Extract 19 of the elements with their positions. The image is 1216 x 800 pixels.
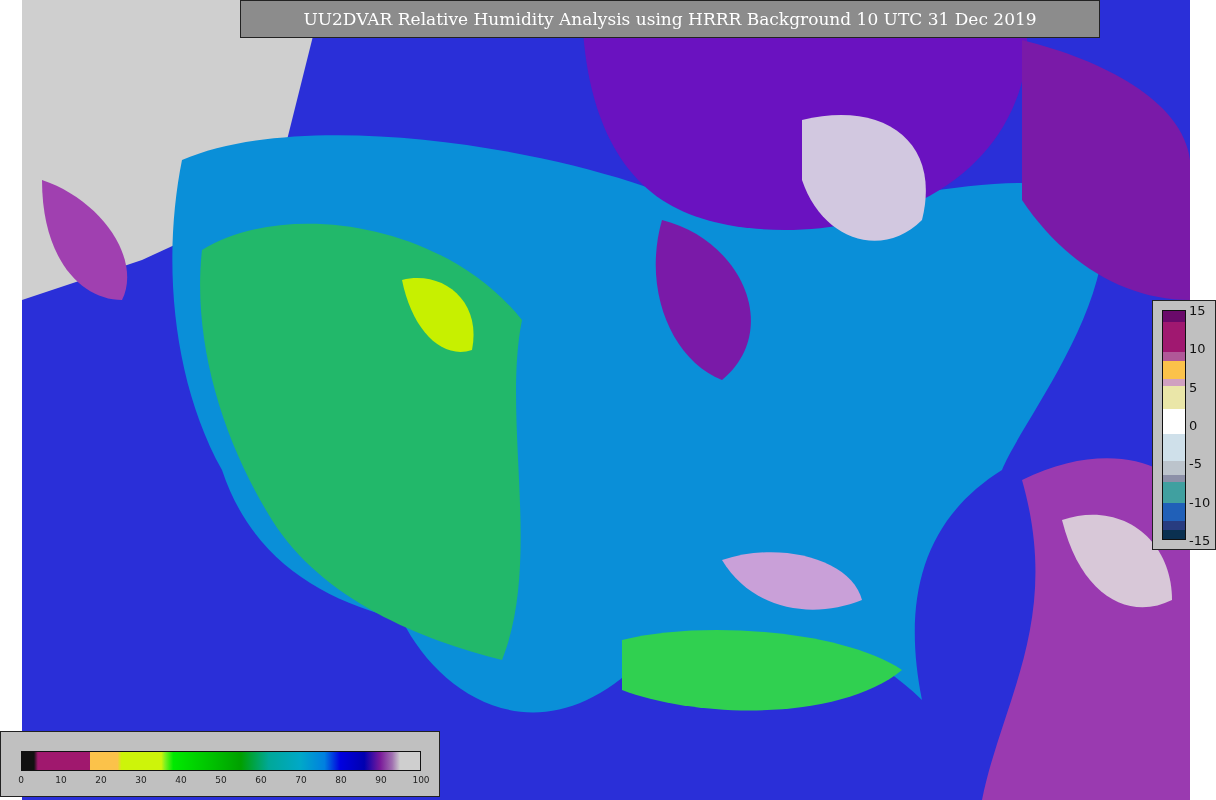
tick-label: 30 bbox=[135, 775, 147, 785]
tick-label: 0 bbox=[1189, 417, 1198, 433]
tick-label: 100 bbox=[412, 775, 430, 785]
tick-label: -10 bbox=[1189, 494, 1211, 510]
tick-label: -5 bbox=[1189, 455, 1202, 471]
tick-label: 10 bbox=[55, 775, 67, 785]
tick-label: 15 bbox=[1189, 302, 1206, 318]
tick-label: 0 bbox=[18, 775, 24, 785]
tick-label: 5 bbox=[1189, 379, 1198, 395]
tick-label: 80 bbox=[335, 775, 347, 785]
tick-label: 90 bbox=[375, 775, 387, 785]
tick-label: 50 bbox=[215, 775, 227, 785]
tick-label: 10 bbox=[1189, 340, 1206, 356]
tick-label: 20 bbox=[95, 775, 107, 785]
tick-label: -15 bbox=[1189, 532, 1211, 548]
tick-label: 60 bbox=[255, 775, 267, 785]
tick-label: 70 bbox=[295, 775, 307, 785]
map-title: UU2DVAR Relative Humidity Analysis using HRRR Background 10 UTC 31 Dec 2019 bbox=[240, 0, 1100, 38]
tick-label: 40 bbox=[175, 775, 187, 785]
